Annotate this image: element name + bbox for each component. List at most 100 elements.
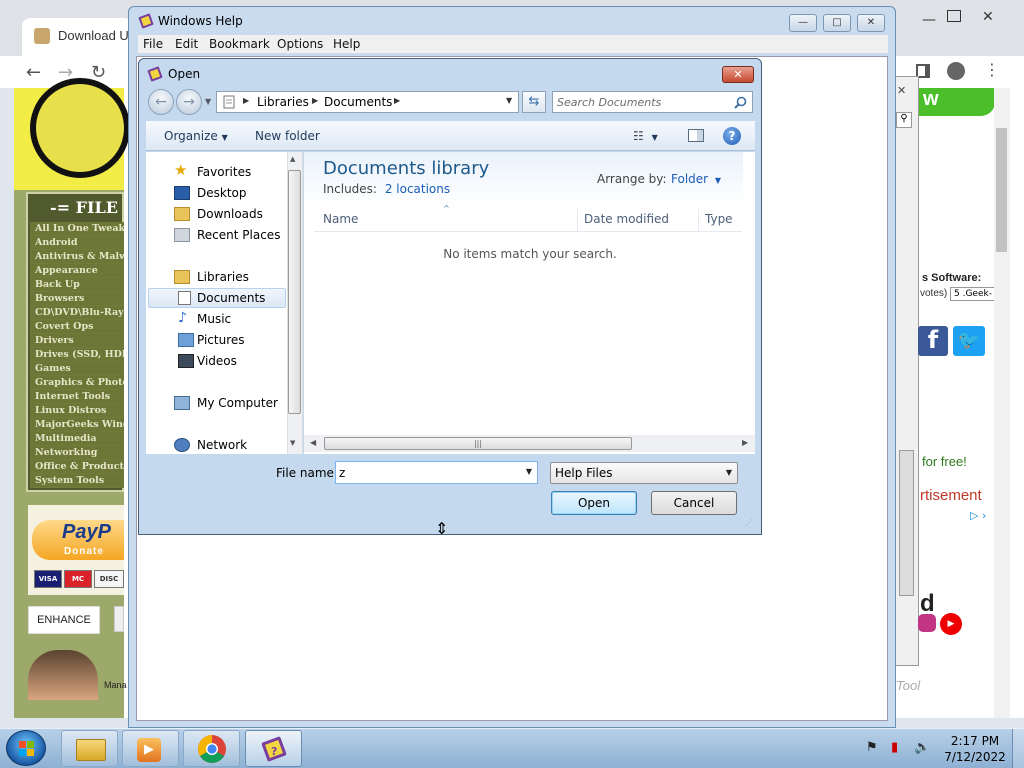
paypal-donate-button[interactable]: PayP Donate xyxy=(32,520,124,560)
nav-my-computer[interactable]: My Computer xyxy=(166,393,286,413)
instagram-icon[interactable] xyxy=(918,614,936,632)
search-input[interactable] xyxy=(557,94,727,110)
nav-desktop[interactable]: Desktop xyxy=(166,183,286,203)
nav-videos[interactable]: Videos xyxy=(166,351,286,371)
file-type-select[interactable]: Help Files ▼ xyxy=(550,462,738,484)
browser-scrollbar-thumb[interactable] xyxy=(996,128,1007,252)
nav-network[interactable]: Network xyxy=(166,435,286,455)
category-link[interactable]: MajorGeeks Windo xyxy=(30,418,124,432)
refresh-button[interactable]: ⇆ xyxy=(522,91,546,113)
nav-favorites[interactable]: ★ Favorites xyxy=(166,162,286,182)
adchoices-icon[interactable]: ▷ › xyxy=(970,509,986,522)
preview-pane-icon[interactable] xyxy=(688,129,704,142)
column-separator[interactable] xyxy=(698,209,699,231)
browser-menu-icon[interactable]: ⋮ xyxy=(984,60,1000,79)
free-text[interactable]: for free! xyxy=(922,454,967,469)
category-link[interactable]: Appearance xyxy=(30,264,124,278)
breadcrumb-libraries[interactable]: Libraries xyxy=(257,95,309,109)
column-date-modified[interactable]: Date modified xyxy=(584,212,669,226)
show-desktop-button[interactable] xyxy=(1012,729,1024,768)
nav-recent-places[interactable]: Recent Places xyxy=(166,225,286,245)
column-name[interactable]: Name xyxy=(323,212,358,226)
browser-tab[interactable]: Download Ur xyxy=(22,18,132,56)
view-options-icon[interactable]: ☷ ▼ xyxy=(633,129,658,143)
menu-help[interactable]: Help xyxy=(333,37,360,51)
forward-button[interactable]: → xyxy=(176,89,202,115)
dialog-close-button[interactable]: ✕ xyxy=(722,66,754,83)
facebook-icon[interactable]: f xyxy=(918,326,948,356)
site-logo[interactable] xyxy=(30,78,130,178)
youtube-icon[interactable]: ▶ xyxy=(940,613,962,635)
horizontal-scrollbar-thumb[interactable]: ||| xyxy=(324,437,632,450)
nav-scroll-down-icon[interactable]: ▼ xyxy=(290,439,295,447)
file-name-combobox[interactable]: ▼ xyxy=(335,461,538,484)
cancel-button[interactable]: Cancel xyxy=(651,491,737,515)
enhance-button[interactable]: ENHANCE xyxy=(28,606,100,634)
back-button[interactable]: ← xyxy=(148,89,174,115)
help-close-button[interactable]: ✕ xyxy=(857,14,885,32)
category-link[interactable]: Multimedia xyxy=(30,432,124,446)
scroll-right-icon[interactable]: ▶ xyxy=(742,438,748,447)
breadcrumb-arrow-icon[interactable]: ▶ xyxy=(243,96,249,105)
help-icon[interactable]: ? xyxy=(723,127,741,145)
address-bar[interactable]: ▶ Libraries ▶ Documents ▶ ▼ xyxy=(216,91,519,113)
category-link[interactable]: All In One Tweaks xyxy=(30,222,124,236)
nav-pictures[interactable]: Pictures xyxy=(166,330,286,350)
taskbar-explorer[interactable] xyxy=(61,730,118,767)
site-right-banner[interactable]: w xyxy=(915,88,995,116)
tray-action-center-icon[interactable]: ⚑ xyxy=(866,740,878,755)
category-link[interactable]: Drives (SSD, HDD, xyxy=(30,348,124,362)
start-button[interactable] xyxy=(6,730,46,766)
category-link[interactable]: Antivirus & Malwa xyxy=(30,250,124,264)
resize-grip-icon[interactable]: ⋰ xyxy=(745,518,753,527)
search-icon[interactable] xyxy=(734,96,747,109)
browser-close-button[interactable]: ✕ xyxy=(982,9,994,25)
category-link[interactable]: Drivers xyxy=(30,334,124,348)
side-panel-close-icon[interactable]: ✕ xyxy=(897,84,906,97)
category-link[interactable]: Graphics & Photos xyxy=(30,376,124,390)
history-dropdown-icon[interactable]: ▼ xyxy=(205,97,211,106)
taskbar-windows-help[interactable]: ? xyxy=(245,730,302,767)
help-minimize-button[interactable]: — xyxy=(789,14,817,32)
search-documents-box[interactable] xyxy=(552,91,753,113)
arrange-by-dropdown[interactable]: Folder ▼ xyxy=(671,172,721,186)
file-name-dropdown-icon[interactable]: ▼ xyxy=(526,467,532,476)
category-link[interactable]: Internet Tools xyxy=(30,390,124,404)
file-name-input[interactable] xyxy=(339,465,519,481)
rating-select[interactable]: 5 .Geek-o xyxy=(950,287,995,301)
menu-bookmark[interactable]: Bookmark xyxy=(209,37,270,51)
menu-file[interactable]: File xyxy=(143,37,163,51)
category-link[interactable]: Office & Productiv xyxy=(30,460,124,474)
organize-button[interactable]: Organize ▼ xyxy=(164,129,228,143)
back-arrow-icon[interactable]: ← xyxy=(26,62,41,83)
tray-network-icon[interactable]: ▮ xyxy=(891,740,898,755)
breadcrumb-documents[interactable]: Documents xyxy=(324,95,392,109)
twitter-icon[interactable]: 🐦 xyxy=(953,326,985,356)
help-maximize-button[interactable]: □ xyxy=(823,14,851,32)
browser-maximize-button[interactable] xyxy=(947,10,961,22)
ad-photo[interactable] xyxy=(28,650,98,700)
side-panel-scroll-thumb[interactable] xyxy=(899,450,914,596)
nav-downloads[interactable]: Downloads xyxy=(166,204,286,224)
category-link[interactable]: Linux Distros xyxy=(30,404,124,418)
tray-clock[interactable]: 2:17 PM 7/12/2022 xyxy=(940,733,1010,765)
nav-documents[interactable]: Documents xyxy=(166,288,286,308)
category-link[interactable]: Covert Ops xyxy=(30,320,124,334)
category-link[interactable]: System Tools xyxy=(30,474,124,488)
side-panel-search-icon[interactable]: ⚲ xyxy=(896,112,912,128)
category-link[interactable]: Networking xyxy=(30,446,124,460)
open-button[interactable]: Open xyxy=(551,491,637,515)
locations-link[interactable]: 2 locations xyxy=(385,182,450,196)
category-link[interactable]: CD\DVD\Blu-Ray xyxy=(30,306,124,320)
nav-music[interactable]: ♪ Music xyxy=(166,309,286,329)
menu-edit[interactable]: Edit xyxy=(175,37,198,51)
nav-libraries[interactable]: Libraries xyxy=(166,267,286,287)
nav-scrollbar-thumb[interactable] xyxy=(288,170,301,414)
menu-options[interactable]: Options xyxy=(277,37,323,51)
category-link[interactable]: Back Up xyxy=(30,278,124,292)
breadcrumb-arrow-icon[interactable]: ▶ xyxy=(394,96,400,105)
tray-volume-icon[interactable]: 🔈 xyxy=(914,740,930,755)
nav-scroll-up-icon[interactable]: ▲ xyxy=(290,155,295,163)
category-link[interactable]: Games xyxy=(30,362,124,376)
new-folder-button[interactable]: New folder xyxy=(255,129,320,143)
